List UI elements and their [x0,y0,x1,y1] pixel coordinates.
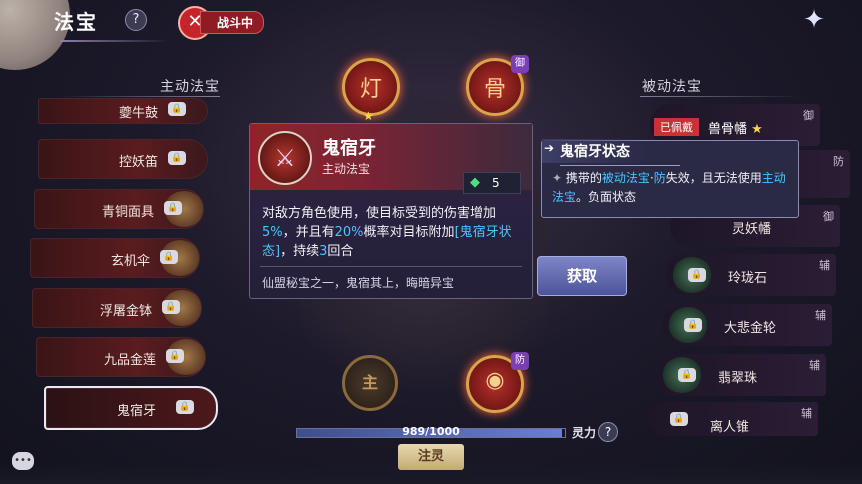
list-item-selected[interactable]: 鬼宿牙 🔒 [44,386,218,430]
status-tooltip: 鬼宿牙状态 ✦ 携带的被动法宝·防失效，且无法使用主动法宝。负面状态 [541,139,799,218]
lantern-icon: 灯 [359,77,382,102]
treasure-label: 夔牛鼓 [118,106,158,121]
treasure-label: 浮屠金钵 [99,304,152,319]
title-underline [60,40,170,42]
category-tag: 辅 [809,359,820,372]
treasure-name: 鬼宿牙 [322,138,376,159]
divider [560,165,680,166]
category-tag: 御 [823,210,834,223]
list-item[interactable]: 🔒 离人锥 辅 [648,402,818,436]
main-slot[interactable]: 主 [342,355,398,411]
active-treasure-heading: 主动法宝 [160,79,220,95]
status-title: 鬼宿牙状态 [542,139,648,163]
page-title: 法宝 [54,10,98,34]
heading-divider [60,96,220,97]
treasure-label: 玄机伞 [110,254,150,269]
treasure-label: 玲珑石 [728,271,768,286]
star-icon: ★ [363,109,374,123]
inject-spirit-button[interactable]: 注灵 [398,444,464,470]
eye-slot[interactable]: ◉ 防 [466,352,529,413]
list-item[interactable]: 控妖笛 🔒 [38,139,208,179]
cost-box: ◆ 5 [463,172,521,194]
chat-bubble-icon[interactable]: ••• [12,452,34,470]
battle-status-badge: 战斗中 [200,11,265,34]
treasure-label: 离人锥 [710,420,750,435]
treasure-label: 大悲金轮 [724,321,777,336]
list-item[interactable]: 玄机伞 🔒 [30,238,200,278]
lock-icon: 🔒 [688,268,706,282]
divider [260,266,522,267]
beast-skull-icon: 骨 [483,77,506,102]
treasure-type: 主动法宝 [322,162,371,176]
bullet-icon: ✦ [552,171,563,185]
list-item[interactable]: 🔒 翡翠珠 辅 [656,354,826,396]
spirit-progress-text: 989/1000 [402,425,460,438]
treasure-description: 对敌方角色使用，使目标受到的伤害增加5%，并且有20%概率对目标附加[鬼宿牙状态… [262,206,512,259]
treasure-label: 翡翠珠 [718,371,758,386]
heading-divider [640,96,800,97]
category-badge: 御 [511,55,529,73]
treasure-detail-card: ⚔ 鬼宿牙 主动法宝 ◆ 5 对敌方角色使用，使目标受到的伤害增加5%，并且有2… [249,123,533,299]
treasure-label: 兽骨幡 ★ [708,122,763,137]
help-icon[interactable]: ? [598,422,618,442]
lock-icon: 🔒 [164,201,182,215]
skull-slot[interactable]: 骨 御 [466,55,529,116]
category-badge: 防 [511,352,529,370]
treasure-label: 鬼宿牙 [116,404,156,419]
spirit-label: 灵力 [572,426,597,440]
treasure-label: 控妖笛 [118,155,158,170]
treasure-label: 九品金莲 [103,353,156,368]
list-item[interactable]: 🔒 大悲金轮 辅 [662,304,832,346]
gem-icon: ◆ [470,175,480,190]
lock-icon: 🔒 [160,250,178,264]
treasure-label: 青铜面具 [101,205,154,220]
list-item[interactable]: 浮屠金钵 🔒 [32,288,202,328]
category-tag: 辅 [801,407,812,420]
main-slot-label: 主 [361,373,378,392]
lock-icon: 🔒 [670,412,688,426]
category-tag: 辅 [819,259,830,272]
cost-value: 5 [492,176,500,190]
list-item[interactable]: 🔒 玲珑石 辅 [666,254,836,296]
equipped-badge: 已佩戴 [654,118,699,136]
help-icon[interactable]: ? [125,9,147,31]
lock-icon: 🔒 [162,300,180,314]
list-item[interactable]: 九品金莲 🔒 [36,337,206,377]
flavor-text: 仙盟秘宝之一，鬼宿其上，晦暗异宝 [262,276,455,290]
list-item[interactable]: 青铜面具 🔒 [34,189,204,229]
star-icon: ★ [751,122,763,137]
list-item[interactable]: 夔牛鼓 🔒 [38,98,208,124]
fang-dagger-icon: ⚔ [258,131,312,185]
passive-treasure-heading: 被动法宝 [642,79,702,95]
treasure-label: 灵妖幡 [732,222,772,237]
category-tag: 辅 [815,309,826,322]
lock-icon: 🔒 [168,151,186,165]
status-description: ✦ 携带的被动法宝·防失效，且无法使用主动法宝。负面状态 [552,171,786,204]
lock-icon: 🔒 [678,368,696,382]
get-button[interactable]: 获取 [537,256,627,296]
lock-icon: 🔒 [166,349,184,363]
lock-icon: 🔒 [168,102,186,116]
lantern-slot[interactable]: 灯 ★ [342,58,400,123]
lock-icon: 🔒 [684,318,702,332]
eye-pendant-icon: ◉ [485,368,505,393]
close-icon[interactable]: ✦ [798,4,830,36]
category-tag: 防 [833,155,844,168]
category-tag: 御 [803,109,814,122]
lock-icon: 🔒 [176,400,194,414]
